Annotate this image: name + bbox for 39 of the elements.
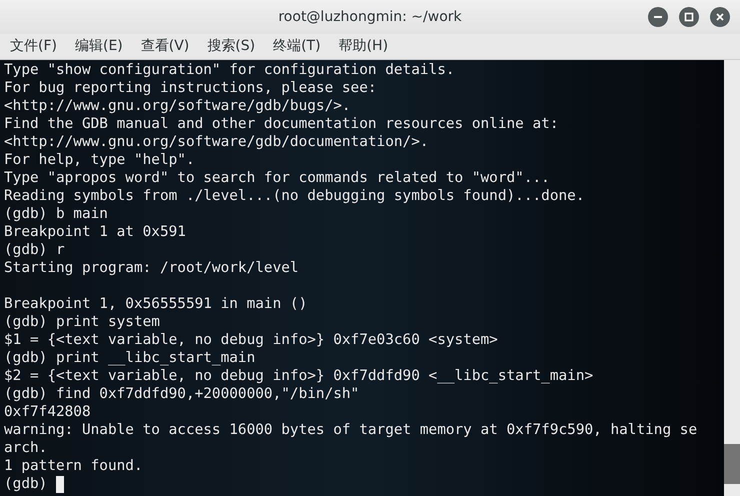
- close-button[interactable]: [710, 7, 730, 27]
- terminal-line: warning: Unable to access 16000 bytes of target memory at 0xf7f9c590, halting se: [4, 421, 698, 439]
- terminal-line: (gdb) print __libc_start_main: [4, 349, 256, 367]
- terminal-line: Breakpoint 1 at 0x591: [4, 223, 186, 241]
- menu-item[interactable]: 搜索(S): [201, 36, 262, 57]
- scrollbar[interactable]: [724, 60, 740, 496]
- terminal-line: <http://www.gnu.org/software/gdb/documentation/>.: [4, 133, 429, 151]
- terminal-line: $2 = {<text variable, no debug info>} 0xf7ddfd90 <__libc_start_main>: [4, 367, 594, 385]
- terminal-line: Type "apropos word" to search for commands related to "word"...: [4, 169, 550, 187]
- terminal-line: Starting program: /root/work/level: [4, 259, 299, 277]
- menu-item[interactable]: 文件(F): [4, 36, 63, 57]
- menu-item[interactable]: 查看(V): [134, 36, 196, 57]
- minimize-button[interactable]: [648, 7, 668, 27]
- menu-item[interactable]: 帮助(H): [332, 36, 394, 57]
- menu-item[interactable]: 终端(T): [267, 36, 327, 57]
- scrollbar-thumb[interactable]: [724, 444, 740, 484]
- close-icon: [715, 12, 725, 22]
- terminal-line: For bug reporting instructions, please see:: [4, 79, 377, 97]
- terminal-line: Type "show configuration" for configuration details.: [4, 61, 455, 79]
- terminal-line: Breakpoint 1, 0x56555591 in main (): [4, 295, 308, 313]
- text-cursor: [56, 476, 64, 492]
- window-title: root@luzhongmin: ~/work: [278, 8, 462, 26]
- terminal-line: 0xf7f42808: [4, 403, 91, 421]
- terminal-prompt: (gdb): [4, 475, 48, 493]
- terminal-line: (gdb) b main: [4, 205, 108, 223]
- maximize-icon: [684, 12, 694, 22]
- menu-item[interactable]: 编辑(E): [68, 36, 129, 57]
- terminal-line: (gdb) find 0xf7ddfd90,+20000000,"/bin/sh": [4, 385, 360, 403]
- terminal-line: Reading symbols from ./level...(no debugging symbols found)...done.: [4, 187, 584, 205]
- terminal-line: (gdb) print system: [4, 313, 160, 331]
- terminal-line: <http://www.gnu.org/software/gdb/bugs/>.: [4, 97, 351, 115]
- terminal-line: $1 = {<text variable, no debug info>} 0xf7e03c60 <system>: [4, 331, 498, 349]
- terminal-line: (gdb) r: [4, 241, 65, 259]
- terminal-line: For help, type "help".: [4, 151, 195, 169]
- terminal-line: arch.: [4, 439, 48, 457]
- terminal-area[interactable]: [0, 60, 724, 496]
- maximize-button[interactable]: [679, 7, 699, 27]
- terminal-line: Find the GDB manual and other documentation resources online at:: [4, 115, 558, 133]
- terminal-line: 1 pattern found.: [4, 457, 143, 475]
